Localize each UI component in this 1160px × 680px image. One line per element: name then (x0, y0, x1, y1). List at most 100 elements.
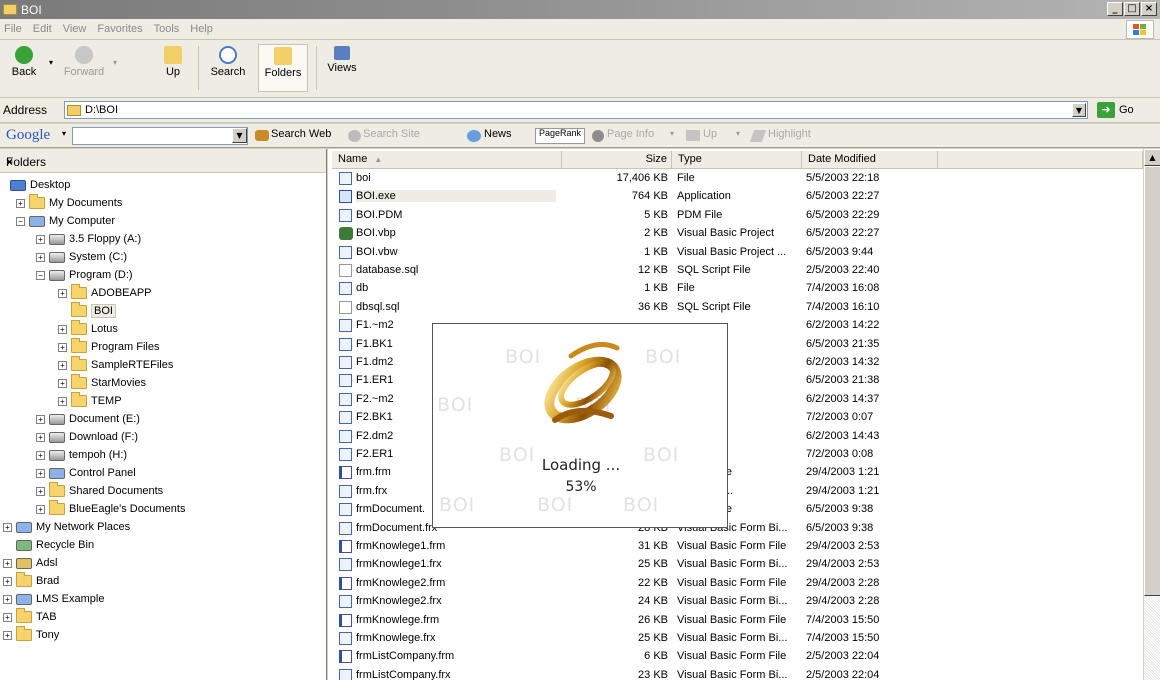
tree-item-tab[interactable]: + TAB (3, 608, 57, 626)
expand-icon[interactable]: + (36, 450, 45, 460)
expand-icon[interactable]: + (36, 468, 45, 478)
tree-item-tempoh-h[interactable]: + tempoh (H:) (36, 446, 127, 464)
file-row[interactable]: frmKnowlege2.frm 22 KB Visual Basic Form F… (328, 575, 1143, 593)
close-button[interactable]: × (1141, 2, 1157, 16)
tree-item-shared-documents[interactable]: + Shared Documents (36, 482, 163, 500)
up-dropdown-icon[interactable]: ▾ (736, 129, 740, 138)
scrollbar-thumb[interactable] (1144, 166, 1160, 596)
up-button[interactable]: Up (160, 44, 186, 92)
tree-item-adobeapp[interactable]: + ADOBEAPP (58, 284, 152, 302)
expand-icon[interactable]: + (3, 576, 12, 586)
menu-favorites[interactable]: Favorites (97, 23, 142, 35)
file-row[interactable]: database.sql 12 KB SQL Script File 2/5/2003… (328, 262, 1143, 280)
expand-icon[interactable]: + (58, 396, 67, 406)
file-row[interactable]: frmKnowlege1.frx 25 KB Visual Basic Form B… (328, 556, 1143, 574)
menu-edit[interactable]: Edit (33, 23, 52, 35)
maximize-button[interactable]: □ (1124, 2, 1140, 16)
tree-item-starmovies[interactable]: + StarMovies (58, 374, 146, 392)
file-row[interactable]: boi 17,406 KB File 5/5/2003 22:18 (328, 170, 1143, 188)
news-button[interactable]: News (484, 128, 512, 140)
scroll-up-icon[interactable]: ▲ (1144, 149, 1160, 166)
address-dropdown-icon[interactable]: ▼ (1072, 103, 1086, 117)
views-button[interactable]: Views (326, 44, 358, 92)
search-site-button[interactable]: Search Site (363, 128, 420, 140)
tree-item-adsl[interactable]: + Adsl (3, 554, 57, 572)
tree-item-desktop[interactable]: Desktop (10, 176, 70, 194)
tree-item-document-e[interactable]: + Document (E:) (36, 410, 140, 428)
tree-item-brad[interactable]: + Brad (3, 572, 59, 590)
file-row[interactable]: frmListCompany.frx 23 KB Visual Basic Form… (328, 667, 1143, 680)
tree-item-recycle-bin[interactable]: Recycle Bin (16, 536, 94, 554)
expand-icon[interactable]: + (58, 360, 67, 370)
file-row[interactable]: frmKnowlege.frx 25 KB Visual Basic Form Bi… (328, 630, 1143, 648)
column-header-name[interactable]: Name ▲ (332, 151, 562, 169)
tree-item-temp[interactable]: + TEMP (58, 392, 122, 410)
back-button[interactable]: Back (4, 44, 44, 92)
file-row[interactable]: frmKnowlege1.frm 31 KB Visual Basic Form F… (328, 538, 1143, 556)
highlight-button[interactable]: Highlight (768, 128, 811, 140)
expand-icon[interactable]: + (36, 486, 45, 496)
address-input[interactable]: D:\BOI ▼ (64, 101, 1088, 119)
file-row[interactable]: BOI.vbw 1 KB Visual Basic Project ... 6/5/2… (328, 244, 1143, 262)
search-web-button[interactable]: Search Web (271, 128, 331, 140)
file-row[interactable]: frmKnowlege.frm 26 KB Visual Basic Form Fi… (328, 612, 1143, 630)
menu-file[interactable]: File (4, 23, 22, 35)
column-header-type[interactable]: Type (672, 151, 802, 169)
column-header-date[interactable]: Date Modified (802, 151, 938, 169)
tree-item-download-f[interactable]: + Download (F:) (36, 428, 138, 446)
file-row[interactable]: BOI.exe 764 KB Application 6/5/2003 22:27 (328, 188, 1143, 206)
file-row[interactable]: frmKnowlege2.frx 24 KB Visual Basic Form B… (328, 593, 1143, 611)
expand-icon[interactable]: + (36, 414, 45, 424)
expand-icon[interactable]: + (36, 432, 45, 442)
expand-icon[interactable]: + (16, 198, 25, 208)
tree-item-my-documents[interactable]: + My Documents (16, 194, 122, 212)
vertical-scrollbar[interactable]: ▲ (1143, 149, 1160, 680)
tree-item-system-c[interactable]: + System (C:) (36, 248, 127, 266)
google-logo-dropdown-icon[interactable]: ▾ (62, 129, 66, 138)
file-row[interactable]: frmListCompany.frm 6 KB Visual Basic Form … (328, 648, 1143, 666)
file-row[interactable]: BOI.PDM 5 KB PDM File 6/5/2003 22:29 (328, 207, 1143, 225)
menu-help[interactable]: Help (190, 23, 213, 35)
tree-item-lms-example[interactable]: + LMS Example (3, 590, 104, 608)
expand-icon[interactable]: + (36, 234, 45, 244)
tree-item-tony[interactable]: + Tony (3, 626, 59, 644)
tree-item-blueeagle-documents[interactable]: + BlueEagle's Documents (36, 500, 185, 518)
tree-item-lotus[interactable]: + Lotus (58, 320, 118, 338)
expand-icon[interactable]: + (36, 252, 45, 262)
tree-item-control-panel[interactable]: + Control Panel (36, 464, 136, 482)
collapse-icon[interactable]: − (16, 216, 25, 226)
page-info-button[interactable]: Page Info (607, 128, 654, 140)
go-button[interactable]: ➜ Go (1097, 102, 1134, 118)
tree-item-floppy[interactable]: +3.5 Floppy (A:) (36, 230, 141, 248)
tree-item-boi[interactable]: BOI (71, 302, 116, 320)
search-button[interactable]: Search (208, 44, 248, 92)
menu-tools[interactable]: Tools (154, 23, 180, 35)
expand-icon[interactable]: + (58, 324, 67, 334)
google-logo[interactable]: Google (6, 127, 50, 144)
tree-item-program-files[interactable]: + Program Files (58, 338, 159, 356)
minimize-button[interactable]: _ (1107, 2, 1123, 16)
expand-icon[interactable]: + (3, 558, 12, 568)
folders-button[interactable]: Folders (258, 44, 308, 92)
tree-item-my-computer[interactable]: − My Computer (16, 212, 115, 230)
forward-button[interactable]: Forward (60, 44, 108, 92)
google-search-input[interactable] (72, 127, 248, 145)
tree-item-samplertefiles[interactable]: + SampleRTEFiles (58, 356, 173, 374)
up-button-google[interactable]: Up (703, 128, 717, 140)
expand-icon[interactable]: + (3, 630, 12, 640)
expand-icon[interactable]: + (3, 522, 12, 532)
close-pane-icon[interactable]: × (6, 155, 320, 169)
page-info-dropdown-icon[interactable]: ▾ (670, 129, 674, 138)
file-row[interactable]: dbsql.sql 36 KB SQL Script File 7/4/2003 16… (328, 299, 1143, 317)
google-search-dropdown-icon[interactable]: ▼ (232, 128, 247, 143)
menu-view[interactable]: View (63, 23, 87, 35)
expand-icon[interactable]: + (58, 342, 67, 352)
expand-icon[interactable]: + (58, 378, 67, 388)
tree-item-my-network-places[interactable]: + My Network Places (3, 518, 130, 536)
expand-icon[interactable]: + (36, 504, 45, 514)
file-row[interactable]: db 1 KB File 7/4/2003 16:08 (328, 280, 1143, 298)
expand-icon[interactable]: + (3, 594, 12, 604)
column-header-size[interactable]: Size (562, 151, 672, 169)
collapse-icon[interactable]: − (36, 270, 45, 280)
expand-icon[interactable]: + (58, 288, 67, 298)
